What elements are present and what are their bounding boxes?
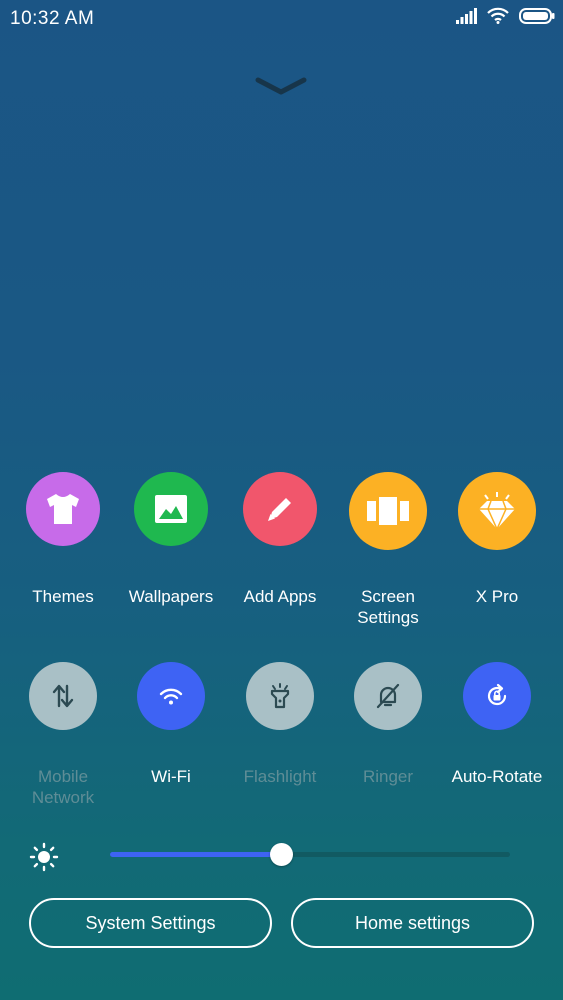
toggle-label: Flashlight xyxy=(243,767,317,786)
toggle-wifi[interactable]: Wi-Fi xyxy=(116,662,226,787)
shortcut-screen-settings[interactable]: Screen Settings xyxy=(333,472,443,628)
toggle-label: Ringer xyxy=(362,767,414,786)
toggles-row: Mobile Network Wi-Fi Flashlight Ringer A… xyxy=(0,662,563,822)
collapse-chevron-icon[interactable] xyxy=(254,74,308,100)
status-icons xyxy=(455,7,555,29)
brightness-thumb[interactable] xyxy=(270,843,293,866)
sun-icon xyxy=(29,842,59,877)
wifi-icon xyxy=(487,7,509,29)
toggle-flashlight[interactable]: Flashlight xyxy=(225,662,335,787)
shortcut-x-pro[interactable]: X Pro xyxy=(442,472,552,607)
status-time: 10:32 AM xyxy=(10,8,95,29)
data-arrows-icon xyxy=(29,662,97,730)
shortcut-themes[interactable]: Themes xyxy=(8,472,118,607)
toggle-auto-rotate[interactable]: Auto-Rotate xyxy=(442,662,552,787)
brightness-slider[interactable] xyxy=(110,843,510,866)
flashlight-icon xyxy=(246,662,314,730)
signal-icon xyxy=(455,7,477,29)
shortcut-label: Add Apps xyxy=(243,587,317,606)
shortcut-add-apps[interactable]: Add Apps xyxy=(225,472,335,607)
system-settings-button[interactable]: System Settings xyxy=(29,898,272,948)
bell-muted-icon xyxy=(354,662,422,730)
toggle-label: Wi-Fi xyxy=(151,767,191,786)
wifi-icon xyxy=(137,662,205,730)
status-bar: 10:32 AM xyxy=(0,0,563,36)
panels-icon xyxy=(349,472,427,550)
shortcut-label: X Pro xyxy=(475,587,519,606)
shortcut-wallpapers[interactable]: Wallpapers xyxy=(116,472,226,607)
battery-icon xyxy=(519,7,555,29)
shortcut-label: Themes xyxy=(32,587,94,606)
toggle-mobile-network[interactable]: Mobile Network xyxy=(8,662,118,808)
pencil-icon xyxy=(243,472,317,546)
toggle-label: Mobile Network xyxy=(31,767,95,807)
home-settings-button[interactable]: Home settings xyxy=(291,898,534,948)
shortcut-label: Screen Settings xyxy=(357,587,419,627)
toggle-ringer[interactable]: Ringer xyxy=(333,662,443,787)
brightness-fill xyxy=(110,852,282,857)
shortcuts-row: Themes Wallpapers Add Apps Screen Settin… xyxy=(0,472,563,632)
image-icon xyxy=(134,472,208,546)
brightness-control xyxy=(0,838,563,874)
rotate-lock-icon xyxy=(463,662,531,730)
shirt-icon xyxy=(26,472,100,546)
diamond-icon xyxy=(458,472,536,550)
toggle-label: Auto-Rotate xyxy=(451,767,543,786)
shortcut-label: Wallpapers xyxy=(128,587,214,606)
